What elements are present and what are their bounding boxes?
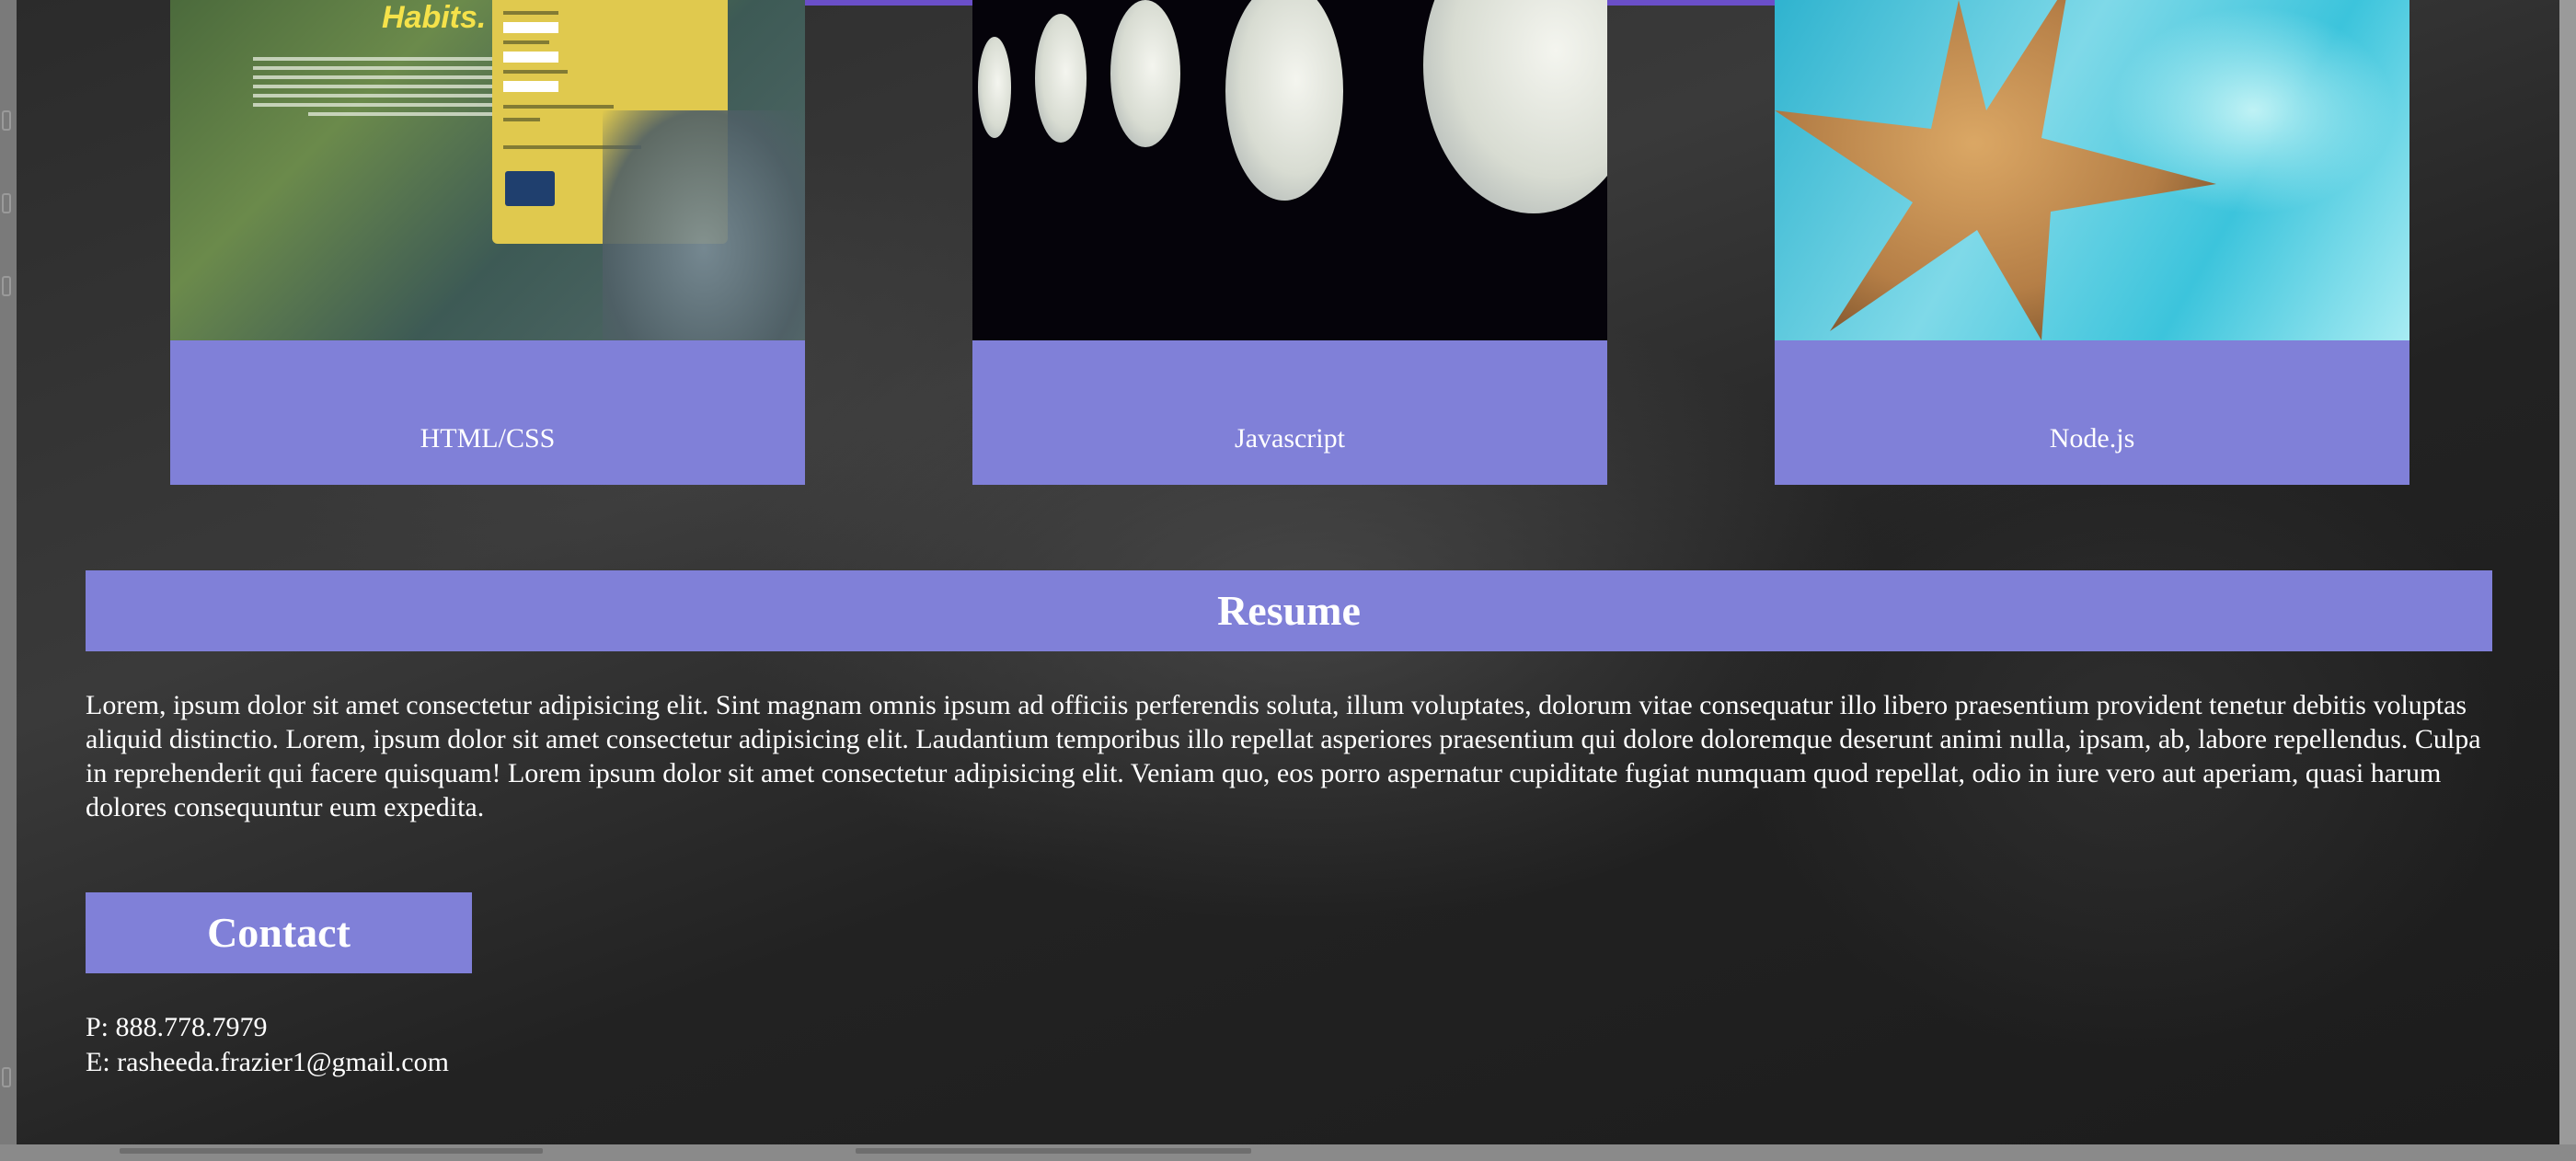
project-label: Node.js [2049, 423, 2135, 454]
gutter-marker [2, 1067, 11, 1087]
contact-heading: Contact [86, 892, 472, 973]
starfish-thumbnail [1775, 0, 2409, 340]
gutter-marker [2, 110, 11, 131]
form-submit-button-image [505, 171, 555, 206]
left-gutter [0, 0, 17, 1161]
thumb-blurb-lines [253, 52, 511, 121]
bottom-strip [0, 1144, 2576, 1161]
contact-details: P: 888.778.7979 E: rasheeda.frazier1@gma… [86, 1010, 449, 1080]
starfish-icon [1775, 0, 2216, 340]
gutter-marker [2, 193, 11, 213]
resume-heading: Resume [86, 570, 2492, 651]
gutter-marker [2, 276, 11, 296]
moon-shape [1035, 14, 1087, 143]
thumb-headline: Habits. [382, 0, 487, 35]
moon-shape [1225, 0, 1343, 201]
caption-bar: Node.js [1775, 340, 2409, 485]
caption-bar: Javascript [972, 340, 1607, 485]
project-card-html-css[interactable]: Habits. HTML/CSS [170, 0, 805, 485]
contact-email[interactable]: E: rasheeda.frazier1@gmail.com [86, 1045, 449, 1080]
moon-phases-thumbnail [972, 0, 1607, 340]
caption-bar: HTML/CSS [170, 340, 805, 485]
person-silhouette [603, 110, 805, 340]
project-card-javascript[interactable]: Javascript [972, 0, 1607, 485]
right-scrollbar-track[interactable] [2559, 0, 2576, 1161]
contact-phone: P: 888.778.7979 [86, 1012, 268, 1042]
portfolio-page: Habits. HTML/CSS Javascript Node.js Resu… [17, 0, 2559, 1144]
resume-body: Lorem, ipsum dolor sit amet consectetur … [86, 690, 2481, 822]
project-label: Javascript [1235, 423, 1345, 454]
project-card-nodejs[interactable]: Node.js [1775, 0, 2409, 485]
moon-shape [1110, 0, 1180, 147]
form-screenshot-thumbnail: Habits. [170, 0, 805, 340]
project-label: HTML/CSS [420, 423, 556, 454]
moon-shape [1423, 0, 1607, 213]
moon-shape [978, 37, 1011, 138]
